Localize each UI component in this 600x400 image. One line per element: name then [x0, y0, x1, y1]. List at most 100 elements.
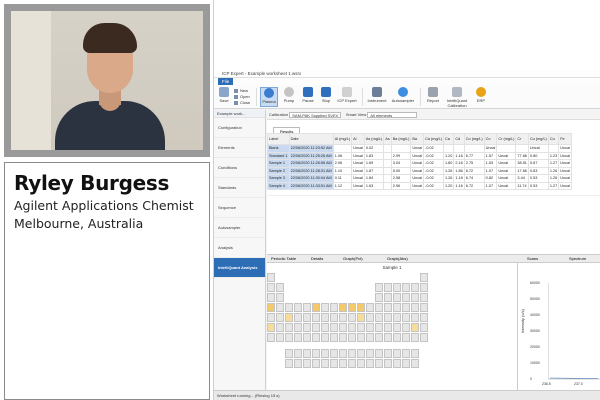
workspace-tab[interactable]: Example work...	[214, 110, 265, 118]
element-cell[interactable]	[357, 323, 365, 332]
column-header[interactable]: Al	[351, 133, 365, 145]
element-cell[interactable]	[330, 303, 338, 312]
element-cell[interactable]	[384, 283, 392, 292]
table-row[interactable]: Sample 2 22/06/2020 11:28:31 AM 1.10 Uncal 1…	[267, 166, 572, 175]
element-cell[interactable]	[267, 283, 275, 292]
element-cell[interactable]	[267, 293, 275, 302]
element-cell[interactable]	[276, 323, 284, 332]
element-cell[interactable]	[366, 313, 374, 322]
nav-autosampler[interactable]: Autosampler	[214, 218, 265, 238]
element-cell[interactable]	[312, 303, 320, 312]
element-cell[interactable]	[294, 349, 302, 358]
element-cell[interactable]	[312, 313, 320, 322]
element-cell[interactable]	[285, 333, 293, 342]
element-cell[interactable]	[312, 323, 320, 332]
column-header[interactable]: Cu (mg/L)	[527, 133, 549, 145]
element-cell[interactable]	[348, 359, 356, 368]
element-cell[interactable]	[285, 323, 293, 332]
element-cell[interactable]	[384, 323, 392, 332]
element-cell[interactable]	[384, 313, 392, 322]
nav-analysis[interactable]: Analysis	[214, 238, 265, 258]
element-cell[interactable]	[294, 313, 302, 322]
element-cell[interactable]	[420, 323, 428, 332]
element-cell[interactable]	[366, 303, 374, 312]
element-cell[interactable]	[303, 333, 311, 342]
element-cell[interactable]	[348, 349, 356, 358]
element-cell[interactable]	[276, 313, 284, 322]
element-cell[interactable]	[339, 313, 347, 322]
nav-sequence[interactable]: Sequence	[214, 198, 265, 218]
element-cell[interactable]	[330, 359, 338, 368]
element-cell[interactable]	[339, 323, 347, 332]
nav-standards[interactable]: Standards	[214, 178, 265, 198]
column-header[interactable]: As	[383, 133, 392, 145]
element-cell[interactable]	[357, 359, 365, 368]
element-cell[interactable]	[267, 273, 275, 282]
element-cell[interactable]	[357, 313, 365, 322]
save-button[interactable]: Save	[216, 87, 232, 107]
element-cell[interactable]	[267, 313, 275, 322]
element-cell[interactable]	[294, 333, 302, 342]
element-cell[interactable]	[294, 303, 302, 312]
element-cell[interactable]	[294, 323, 302, 332]
tab-spectrum[interactable]: Spectrum	[569, 255, 586, 263]
element-cell[interactable]	[384, 349, 392, 358]
element-cell[interactable]	[411, 333, 419, 342]
erp-button[interactable]: ERP	[472, 87, 490, 107]
element-cell[interactable]	[321, 349, 329, 358]
tab-periodic-table[interactable]: Periodic Table	[271, 255, 296, 263]
element-cell[interactable]	[375, 349, 383, 358]
table-row[interactable]: Blank 22/06/2020 11:23:52 AM Uncal 0.02 Unca…	[267, 144, 572, 153]
element-cell[interactable]	[411, 323, 419, 332]
nav-intelliquant-analysis[interactable]: IntelliQuant Analysis	[214, 258, 265, 278]
report-button[interactable]: Report	[424, 87, 442, 107]
element-cell[interactable]	[420, 293, 428, 302]
element-cell[interactable]	[375, 283, 383, 292]
element-cell[interactable]	[411, 349, 419, 358]
nav-elements[interactable]: Elements	[214, 138, 265, 158]
element-cell[interactable]	[339, 359, 347, 368]
element-cell[interactable]	[384, 293, 392, 302]
element-cell[interactable]	[267, 303, 275, 312]
pump-button[interactable]: Pump	[280, 87, 298, 107]
element-cell[interactable]	[348, 313, 356, 322]
element-cell[interactable]	[384, 303, 392, 312]
element-cell[interactable]	[303, 323, 311, 332]
table-row[interactable]: Sample 4 22/06/2020 11:33:51 AM 1.12 Uncal 1…	[267, 181, 572, 190]
element-cell[interactable]	[375, 323, 383, 332]
nav-configuration[interactable]: Configuration	[214, 118, 265, 138]
table-row[interactable]: Standard 1 22/06/2020 11:25:26 AM 1.06 Unca…	[267, 151, 572, 160]
column-header[interactable]: Ca	[442, 133, 455, 145]
element-cell[interactable]	[321, 333, 329, 342]
column-header[interactable]: Cu	[547, 133, 560, 145]
icp-expert-button[interactable]: ICP Expert	[336, 87, 358, 107]
element-cell[interactable]	[402, 323, 410, 332]
element-cell[interactable]	[375, 303, 383, 312]
element-cell[interactable]	[357, 333, 365, 342]
element-cell[interactable]	[375, 313, 383, 322]
element-cell[interactable]	[339, 333, 347, 342]
element-cell[interactable]	[393, 283, 401, 292]
plasma-button[interactable]: Plasma	[260, 87, 278, 107]
calibration-select[interactable]: SAM-PAK Supplied SVEV	[289, 111, 342, 118]
nav-conditions[interactable]: Conditions	[214, 158, 265, 178]
element-cell[interactable]	[357, 303, 365, 312]
element-cell[interactable]	[348, 303, 356, 312]
element-cell[interactable]	[276, 333, 284, 342]
element-cell[interactable]	[348, 323, 356, 332]
element-cell[interactable]	[402, 303, 410, 312]
element-cell[interactable]	[402, 293, 410, 302]
column-header[interactable]: Cd	[453, 133, 465, 145]
element-cell[interactable]	[330, 349, 338, 358]
column-header[interactable]: Label	[267, 133, 290, 145]
element-cell[interactable]	[303, 303, 311, 312]
element-cell[interactable]	[276, 293, 284, 302]
element-cell[interactable]	[402, 359, 410, 368]
element-cell[interactable]	[375, 359, 383, 368]
element-cell[interactable]	[375, 293, 383, 302]
element-cell[interactable]	[276, 283, 284, 292]
element-cell[interactable]	[312, 333, 320, 342]
instrument-button[interactable]: Instrument	[366, 87, 388, 107]
close-button[interactable]: Close	[234, 100, 250, 106]
element-cell[interactable]	[330, 333, 338, 342]
